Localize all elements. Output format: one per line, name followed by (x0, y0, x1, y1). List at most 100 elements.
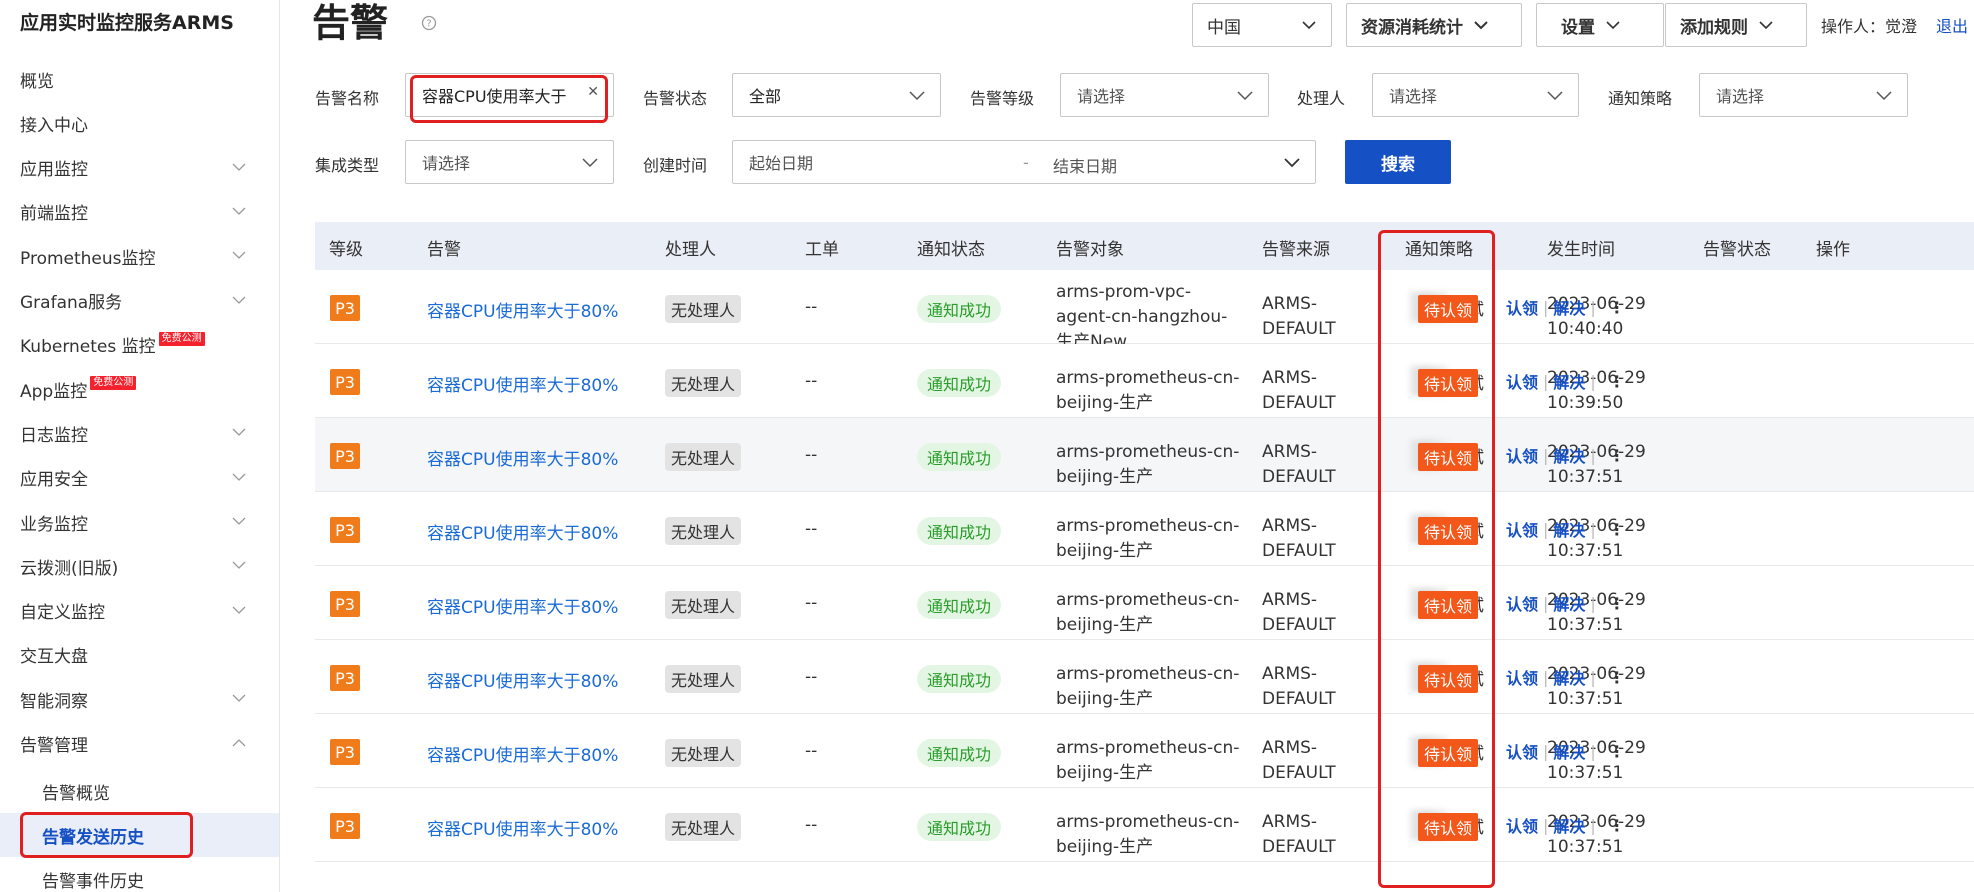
resolve-button[interactable]: 解决 (1553, 813, 1585, 837)
end-date-placeholder: 结束日期 (1053, 157, 1118, 176)
alarm-table: 等级 告警 处理人 工单 通知状态 告警对象 告警来源 通知策略 发生时间 告警… (315, 222, 1974, 888)
claim-button[interactable]: 认领 (1506, 517, 1538, 541)
claim-button[interactable]: 认领 (1506, 739, 1538, 763)
alarm-target-line: beijing-生产 (1056, 541, 1154, 561)
sidebar-item-10[interactable]: 业务监控 (20, 500, 256, 544)
alarm-name-link[interactable]: 容器CPU使用率大于80% (427, 297, 618, 322)
sidebar-item-11[interactable]: 云拨测(旧版) (20, 544, 256, 588)
ticket-value: -- (805, 667, 818, 687)
alarm-target: arms-prometheus-cn-beijing-生产 (1056, 440, 1239, 490)
settings-label: 设置 (1561, 17, 1595, 38)
sidebar-item-14[interactable]: 智能洞察 (20, 677, 256, 721)
search-button[interactable]: 搜索 (1345, 140, 1451, 184)
resource-stats-button[interactable]: 资源消耗统计 (1346, 3, 1522, 47)
action-divider: | (1543, 445, 1549, 465)
ticket-value: -- (805, 741, 818, 761)
resolve-button[interactable]: 解决 (1553, 665, 1585, 689)
sidebar-item-5[interactable]: Grafana服务 (20, 279, 256, 323)
chevron-down-icon (1758, 20, 1774, 30)
alarm-name-link[interactable]: 容器CPU使用率大于80% (427, 815, 618, 840)
occur-clock: 10:39:50 (1547, 393, 1624, 413)
policy-select[interactable]: 请选择 (1699, 73, 1908, 117)
action-divider: | (1590, 297, 1596, 317)
date-range-picker[interactable]: 起始日期 - 结束日期 (732, 140, 1316, 184)
resolve-button[interactable]: 解决 (1553, 443, 1585, 467)
settings-button[interactable]: 设置 (1536, 3, 1664, 47)
more-icon[interactable]: ⋮ (1609, 298, 1625, 317)
integration-type-placeholder: 请选择 (422, 154, 471, 173)
more-icon[interactable]: ⋮ (1609, 520, 1625, 539)
alarm-status-select[interactable]: 全部 (732, 73, 941, 117)
alarm-name-link[interactable]: 容器CPU使用率大于80% (427, 667, 618, 692)
table-row: P3 容器CPU使用率大于80% 无处理人 -- 通知成功 arms-prometheus… (315, 714, 1974, 788)
sidebar-item-label: Grafana服务 (20, 293, 123, 313)
sidebar-item-12[interactable]: 自定义监控 (20, 589, 256, 633)
more-icon[interactable]: ⋮ (1609, 816, 1625, 835)
more-icon[interactable]: ⋮ (1609, 594, 1625, 613)
chevron-down-icon (230, 158, 248, 176)
sidebar-item-6[interactable]: Kubernetes 监控 免费公测 (20, 323, 256, 367)
row-actions: 认领 | 解决 | ⋮ (1506, 443, 1625, 467)
resolve-button[interactable]: 解决 (1553, 739, 1585, 763)
claim-button[interactable]: 认领 (1506, 665, 1538, 689)
sidebar-item-13[interactable]: 交互大盘 (20, 633, 256, 677)
alarm-name-link[interactable]: 容器CPU使用率大于80% (427, 519, 618, 544)
claim-button[interactable]: 认领 (1506, 295, 1538, 319)
integration-type-select[interactable]: 请选择 (405, 140, 614, 184)
alarm-level-select[interactable]: 请选择 (1060, 73, 1269, 117)
logout-link[interactable]: 退出 (1936, 13, 1968, 37)
page-title: 告警 (312, 1, 389, 45)
handler-tag: 无处理人 (665, 813, 742, 841)
sidebar-item-2[interactable]: 应用监控 (20, 146, 256, 190)
alarm-name-link[interactable]: 容器CPU使用率大于80% (427, 741, 618, 766)
alarm-status-value: 全部 (749, 87, 782, 106)
sidebar-sub-alert-overview[interactable]: 告警概览 (42, 769, 110, 813)
resolve-button[interactable]: 解决 (1553, 295, 1585, 319)
add-rule-button[interactable]: 添加规则 (1665, 3, 1807, 47)
help-icon[interactable]: ? (421, 15, 437, 31)
level-badge: P3 (330, 591, 360, 617)
action-divider: | (1543, 519, 1549, 539)
sidebar-item-0[interactable]: 概览 (20, 57, 256, 101)
level-badge: P3 (330, 739, 360, 765)
region-select[interactable]: 中国 (1192, 3, 1332, 47)
notify-status-tag: 通知成功 (917, 739, 1002, 767)
resolve-button[interactable]: 解决 (1553, 369, 1585, 393)
more-icon[interactable]: ⋮ (1609, 372, 1625, 391)
sidebar-item-1[interactable]: 接入中心 (20, 101, 256, 145)
resolve-button[interactable]: 解决 (1553, 517, 1585, 541)
claim-button[interactable]: 认领 (1506, 591, 1538, 615)
handler-select[interactable]: 请选择 (1372, 73, 1579, 117)
resolve-button[interactable]: 解决 (1553, 591, 1585, 615)
more-icon[interactable]: ⋮ (1609, 742, 1625, 761)
operator-label: 操作人：觉澄 (1821, 17, 1918, 36)
more-icon[interactable]: ⋮ (1609, 668, 1625, 687)
sidebar-item-label: 接入中心 (20, 115, 88, 136)
claim-button[interactable]: 认领 (1506, 813, 1538, 837)
claim-button[interactable]: 认领 (1506, 443, 1538, 467)
sidebar-item-4[interactable]: Prometheus监控 (20, 234, 256, 278)
occur-clock: 10:37:51 (1547, 763, 1624, 783)
alarm-target: arms-prometheus-cn-beijing-生产 (1056, 366, 1239, 416)
sidebar-sub-alert-event-history[interactable]: 告警事件历史 (42, 857, 144, 892)
free-beta-badge: 免费公测 (90, 376, 137, 391)
chevron-up-icon (230, 734, 248, 752)
more-icon[interactable]: ⋮ (1609, 446, 1625, 465)
claim-button[interactable]: 认领 (1506, 369, 1538, 393)
notify-status-tag: 通知成功 (917, 665, 1002, 693)
table-row: P3 容器CPU使用率大于80% 无处理人 -- 通知成功 arms-prometheus… (315, 566, 1974, 640)
alarm-target: arms-prometheus-cn-beijing-生产 (1056, 736, 1239, 786)
sidebar-item-15[interactable]: 告警管理 (20, 722, 256, 766)
sidebar-item-label: Prometheus监控 (20, 248, 156, 269)
sidebar-item-8[interactable]: 日志监控 (20, 411, 256, 455)
sidebar-item-3[interactable]: 前端监控 (20, 190, 256, 234)
table-row: P3 容器CPU使用率大于80% 无处理人 -- 通知成功 arms-prometheus… (315, 492, 1974, 566)
sidebar-item-7[interactable]: App监控 免费公测 (20, 367, 256, 411)
alarm-name-link[interactable]: 容器CPU使用率大于80% (427, 593, 618, 618)
sidebar-item-9[interactable]: 应用安全 (20, 456, 256, 500)
alarm-name-link[interactable]: 容器CPU使用率大于80% (427, 445, 618, 470)
action-divider: | (1543, 815, 1549, 835)
alarm-name-link[interactable]: 容器CPU使用率大于80% (427, 371, 618, 396)
alarm-source: ARMS- DEFAULT (1262, 366, 1336, 416)
table-row: P3 容器CPU使用率大于80% 无处理人 -- 通知成功 arms-prometheus… (315, 418, 1974, 492)
